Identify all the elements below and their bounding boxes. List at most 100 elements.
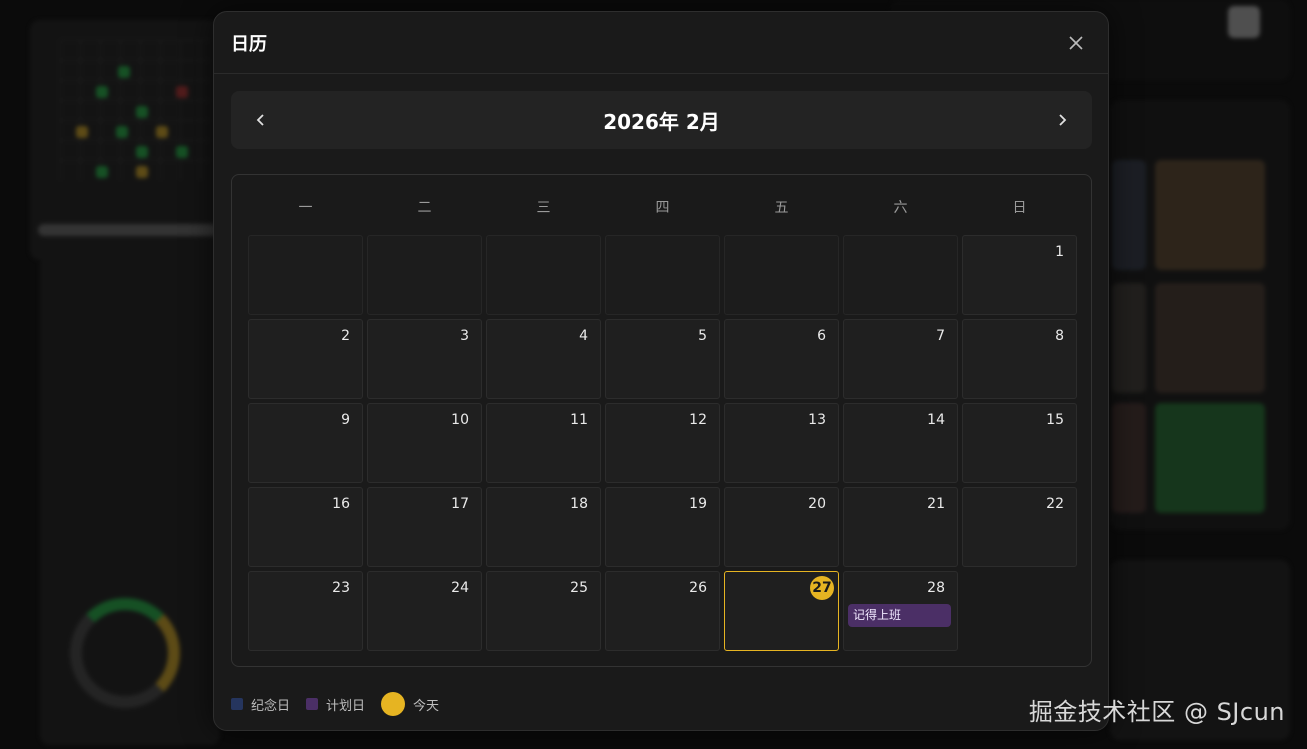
day-number: 15 bbox=[1046, 412, 1064, 428]
today-cell[interactable]: 27 bbox=[724, 571, 839, 651]
day-cell[interactable]: 9 bbox=[248, 403, 363, 483]
day-cell[interactable]: 6 bbox=[724, 319, 839, 399]
day-number: 23 bbox=[332, 580, 350, 596]
day-number: 20 bbox=[808, 496, 826, 512]
day-number: 7 bbox=[936, 328, 945, 344]
day-cell[interactable]: 2 bbox=[248, 319, 363, 399]
bg-heat-cell bbox=[136, 146, 148, 158]
empty-day-cell bbox=[367, 235, 482, 315]
bg-heat-cell bbox=[136, 106, 148, 118]
bg-photo bbox=[1155, 283, 1265, 393]
day-number: 22 bbox=[1046, 496, 1064, 512]
day-number: 8 bbox=[1055, 328, 1064, 344]
day-cell[interactable]: 14 bbox=[843, 403, 958, 483]
day-cell[interactable]: 15 bbox=[962, 403, 1077, 483]
legend-today: 今天 bbox=[381, 692, 439, 716]
day-cell[interactable]: 8 bbox=[962, 319, 1077, 399]
next-month-button[interactable] bbox=[1032, 91, 1092, 149]
empty-day-cell bbox=[486, 235, 601, 315]
bg-avatar bbox=[1228, 6, 1260, 38]
bg-heat-cell bbox=[118, 66, 130, 78]
month-navigator: 2026年 2月 bbox=[231, 91, 1092, 149]
weekday-header: 一二三四五六日 bbox=[248, 193, 1077, 223]
empty-day-cell bbox=[962, 571, 1077, 651]
day-cell[interactable]: 7 bbox=[843, 319, 958, 399]
day-number: 12 bbox=[689, 412, 707, 428]
day-number: 25 bbox=[570, 580, 588, 596]
day-number: 24 bbox=[451, 580, 469, 596]
event-chip[interactable]: 记得上班 bbox=[848, 604, 951, 627]
legend-anniversary: 纪念日 bbox=[231, 695, 290, 714]
bg-photo bbox=[1155, 160, 1265, 270]
day-cell[interactable]: 25 bbox=[486, 571, 601, 651]
day-number: 16 bbox=[332, 496, 350, 512]
day-cell[interactable]: 10 bbox=[367, 403, 482, 483]
bg-heat-cell bbox=[176, 146, 188, 158]
day-cell[interactable]: 23 bbox=[248, 571, 363, 651]
day-cell[interactable]: 16 bbox=[248, 487, 363, 567]
bg-progress-bar bbox=[38, 224, 218, 236]
weekday-label: 六 bbox=[893, 200, 908, 216]
bg-heat-cell bbox=[136, 166, 148, 178]
day-number: 11 bbox=[570, 412, 588, 428]
day-cell[interactable]: 5 bbox=[605, 319, 720, 399]
modal-header: 日历 bbox=[214, 12, 1108, 74]
day-number: 10 bbox=[451, 412, 469, 428]
modal-title: 日历 bbox=[231, 33, 267, 55]
day-number: 27 bbox=[810, 576, 834, 600]
weekday-label: 五 bbox=[774, 200, 789, 216]
bg-photo bbox=[1112, 283, 1146, 393]
prev-month-button[interactable] bbox=[231, 91, 291, 149]
day-cell[interactable]: 20 bbox=[724, 487, 839, 567]
bg-photo bbox=[1112, 160, 1146, 270]
day-cell[interactable]: 1 bbox=[962, 235, 1077, 315]
bg-heatmap-grid bbox=[60, 40, 210, 180]
bg-donut-chart bbox=[70, 598, 180, 708]
empty-day-cell bbox=[843, 235, 958, 315]
day-number: 19 bbox=[689, 496, 707, 512]
weekday-label: 日 bbox=[1012, 200, 1027, 216]
weekday-label: 三 bbox=[536, 200, 551, 216]
days-grid: 1 2 3 4 5 6 7 8 9 10 11 12 13 14 15 16 17 18 19 20 21 22 23 24 2… bbox=[248, 235, 1077, 651]
day-cell[interactable]: 28 记得上班 bbox=[843, 571, 958, 651]
bg-heat-cell bbox=[116, 126, 128, 138]
bg-heat-cell bbox=[156, 126, 168, 138]
day-number: 4 bbox=[579, 328, 588, 344]
day-number: 28 bbox=[927, 580, 945, 596]
calendar-grid: 一二三四五六日 1 2 3 4 5 6 7 8 9 10 11 12 13 14 15 16 17 18 19 20 2… bbox=[231, 174, 1092, 667]
day-number: 13 bbox=[808, 412, 826, 428]
bg-photo bbox=[1155, 403, 1265, 513]
close-icon bbox=[1069, 35, 1083, 50]
day-cell[interactable]: 24 bbox=[367, 571, 482, 651]
day-number: 14 bbox=[927, 412, 945, 428]
calendar-modal: 日历 2026年 2月 一二三四五六日 1 2 3 4 5 6 7 8 9 10 11 12 13 14 1… bbox=[213, 11, 1109, 731]
day-cell[interactable]: 17 bbox=[367, 487, 482, 567]
today-swatch bbox=[381, 692, 406, 716]
day-cell[interactable]: 12 bbox=[605, 403, 720, 483]
chevron-left-icon bbox=[256, 114, 264, 126]
anniversary-swatch bbox=[231, 698, 243, 710]
day-cell[interactable]: 18 bbox=[486, 487, 601, 567]
chevron-right-icon bbox=[1059, 114, 1067, 126]
day-cell[interactable]: 22 bbox=[962, 487, 1077, 567]
weekday-label: 四 bbox=[655, 200, 670, 216]
day-number: 2 bbox=[341, 328, 350, 344]
day-cell[interactable]: 26 bbox=[605, 571, 720, 651]
day-cell[interactable]: 4 bbox=[486, 319, 601, 399]
day-cell[interactable]: 19 bbox=[605, 487, 720, 567]
day-number: 26 bbox=[689, 580, 707, 596]
day-number: 5 bbox=[698, 328, 707, 344]
day-cell[interactable]: 13 bbox=[724, 403, 839, 483]
planned-swatch bbox=[306, 698, 319, 710]
day-number: 1 bbox=[1055, 244, 1064, 260]
day-number: 18 bbox=[570, 496, 588, 512]
day-number: 3 bbox=[460, 328, 469, 344]
bg-photo bbox=[1112, 403, 1146, 513]
day-cell[interactable]: 11 bbox=[486, 403, 601, 483]
day-cell[interactable]: 21 bbox=[843, 487, 958, 567]
day-number: 6 bbox=[817, 328, 826, 344]
legend: 纪念日 计划日 今天 bbox=[231, 692, 455, 716]
legend-planned: 计划日 bbox=[306, 695, 365, 714]
day-cell[interactable]: 3 bbox=[367, 319, 482, 399]
close-button[interactable] bbox=[1062, 29, 1090, 57]
